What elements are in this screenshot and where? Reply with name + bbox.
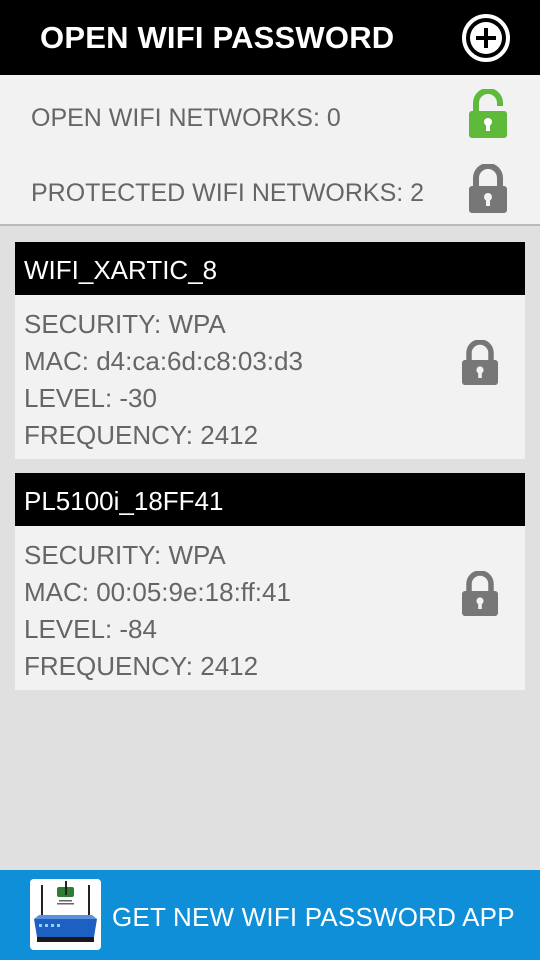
promo-banner-label: GET NEW WIFI PASSWORD APP	[112, 902, 515, 932]
network-level: LEVEL: -84	[24, 614, 157, 644]
add-button[interactable]	[461, 13, 511, 63]
router-app-icon	[30, 879, 101, 950]
promo-banner[interactable]: GET NEW WIFI PASSWORD APP	[0, 870, 540, 960]
lock-icon	[462, 571, 498, 616]
network-frequency: FREQUENCY: 2412	[24, 420, 259, 450]
network-mac: MAC: 00:05:9e:18:ff:41	[24, 577, 291, 607]
network-ssid: WIFI_XARTIC_8	[24, 255, 218, 285]
lock-icon	[462, 340, 498, 385]
app-title: OPEN WIFI PASSWORD	[40, 20, 395, 55]
network-summary: OPEN WIFI NETWORKS: 0 PROTECTED WIFI NET…	[0, 75, 540, 226]
open-networks-count: OPEN WIFI NETWORKS: 0	[31, 104, 341, 132]
network-mac: MAC: d4:ca:6d:c8:03:d3	[24, 346, 303, 376]
unlocked-icon	[469, 89, 507, 138]
open-networks-row: OPEN WIFI NETWORKS: 0	[0, 75, 540, 150]
network-ssid: PL5100i_18FF41	[24, 486, 224, 516]
lock-icon	[469, 164, 507, 213]
network-card-header: PL5100i_18FF41	[15, 473, 525, 526]
network-card-header: WIFI_XARTIC_8	[15, 242, 525, 295]
network-card[interactable]: WIFI_XARTIC_8 SECURITY: WPA MAC: d4:ca:6…	[15, 242, 525, 459]
network-card-details: SECURITY: WPA MAC: d4:ca:6d:c8:03:d3 LEV…	[15, 295, 525, 459]
network-card[interactable]: PL5100i_18FF41 SECURITY: WPA MAC: 00:05:…	[15, 473, 525, 690]
network-level: LEVEL: -30	[24, 383, 157, 413]
network-security: SECURITY: WPA	[24, 309, 226, 339]
plus-circle-icon	[462, 14, 510, 62]
protected-networks-row: PROTECTED WIFI NETWORKS: 2	[0, 150, 540, 225]
network-card-details: SECURITY: WPA MAC: 00:05:9e:18:ff:41 LEV…	[15, 526, 525, 690]
network-frequency: FREQUENCY: 2412	[24, 651, 259, 681]
protected-networks-count: PROTECTED WIFI NETWORKS: 2	[31, 179, 425, 207]
app-header: OPEN WIFI PASSWORD	[0, 0, 540, 75]
network-security: SECURITY: WPA	[24, 540, 226, 570]
